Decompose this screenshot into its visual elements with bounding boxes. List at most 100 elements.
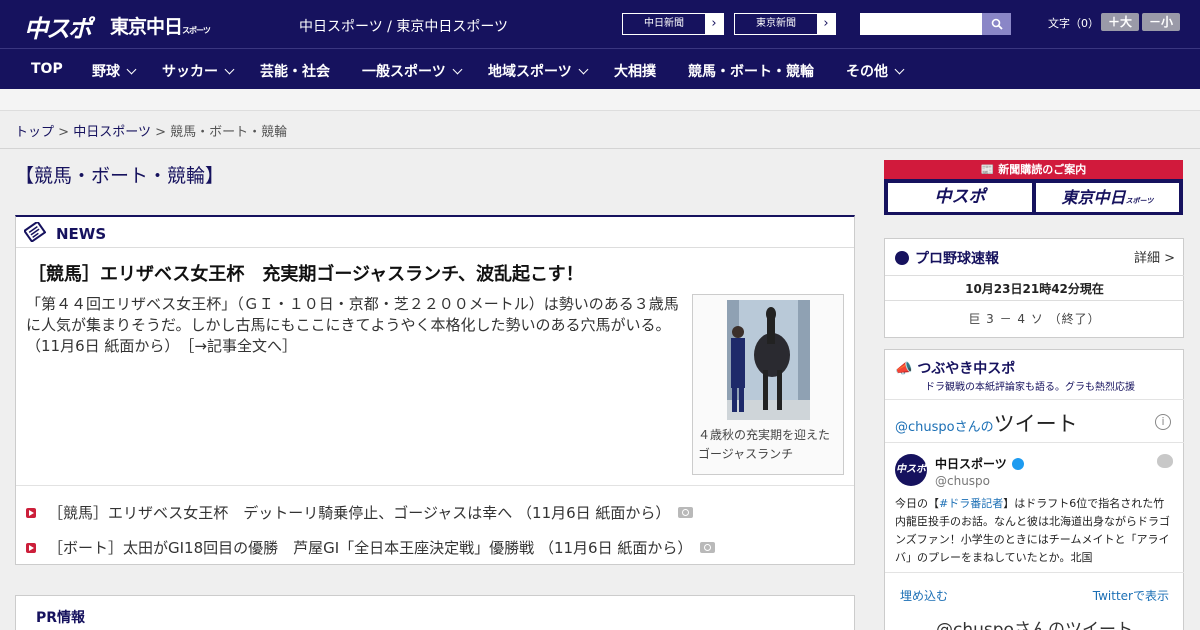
twitter-box: 📣 つぶやき中スポ ドラ観戦の本紙評論家も語る。グラも熱烈応援 @chuspoさ… [884, 349, 1184, 630]
divider [885, 275, 1184, 276]
font-bigger-button[interactable]: ＋大 [1101, 13, 1139, 31]
news-panel: NEWS ［競馬］エリザベス女王杯 充実期ゴージャスランチ、波乱起こす！ 「第４… [15, 215, 855, 565]
tokyo-chunichi-logo-text: 東京中日 [110, 16, 183, 38]
verified-badge-icon [1011, 458, 1024, 470]
tweets-title: 📣 つぶやき中スポ [895, 358, 1015, 378]
baseball-title-text: プロ野球速報 [915, 251, 999, 267]
page-title: 【競馬・ボート・競輪】 [15, 165, 225, 187]
top-header: 中スポ 東京中日スポーツ 中日スポーツ / 東京中日スポーツ 中日新聞 › 東京… [0, 0, 1200, 48]
chevron-down-icon [894, 64, 905, 75]
horse-photo-illustration [727, 300, 810, 420]
nav-other[interactable]: その他 [846, 61, 905, 81]
news-header-title: NEWS [56, 225, 107, 243]
subscription-title: 📰 新聞購読のご案内 [884, 160, 1183, 179]
nav-top[interactable]: TOP [31, 61, 63, 77]
baseball-detail-link[interactable]: 詳細 > [1134, 247, 1175, 266]
divider [16, 485, 854, 486]
tokyo-shimbun-label: 東京新聞 [735, 14, 817, 34]
nav-other-label: その他 [846, 64, 888, 80]
nav-baseball-label: 野球 [92, 64, 120, 80]
nav-sumo-label: 大相撲 [614, 64, 656, 80]
timeline-prefix[interactable]: @chuspoさんの [895, 420, 994, 435]
tokyo-chunichi-logo-sub: スポーツ [182, 26, 211, 35]
pr-panel: PR情報 [15, 595, 855, 630]
chevron-right-icon: › [823, 16, 829, 31]
article-summary[interactable]: 「第４４回エリザベス女王杯」（ＧＩ・１０日・京都・芝２２００メートル）は勢いのあ… [26, 294, 686, 357]
article-photo-box[interactable]: ４歳秋の充実期を迎えたゴージャスランチ [692, 294, 844, 475]
nav-entertainment-label: 芸能・社会 [260, 64, 330, 80]
tweet-account-handle[interactable]: @chuspo [935, 474, 990, 488]
font-size-label: 文字（0） [1048, 17, 1099, 30]
breadcrumb-section[interactable]: 中日スポーツ [73, 125, 151, 140]
nav-sumo[interactable]: 大相撲 [614, 61, 656, 81]
tokyo-chunichi-subscribe-logo[interactable]: 東京中日スポーツ [1036, 183, 1179, 212]
tokyo-shimbun-link[interactable]: 東京新聞 › [734, 13, 836, 35]
play-bullet-icon [26, 508, 36, 518]
tweets-footer[interactable]: @chuspoさんのツイート [885, 615, 1184, 630]
font-smaller-button[interactable]: －小 [1142, 13, 1180, 31]
breadcrumb: トップ > 中日スポーツ > 競馬・ボート・競輪 [15, 121, 287, 140]
breadcrumb-home[interactable]: トップ [15, 125, 54, 140]
chuspo-subscribe-logo[interactable]: 中スポ [888, 183, 1032, 212]
chevron-down-icon [452, 64, 463, 75]
article-headline[interactable]: ［競馬］エリザベス女王杯 充実期ゴージャスランチ、波乱起こす！ [28, 260, 584, 286]
nav-keiba-label: 競馬・ボート・競輪 [688, 64, 814, 80]
search-input[interactable] [860, 13, 982, 35]
news-header: NEWS [16, 217, 854, 248]
camera-icon [678, 507, 694, 518]
divider [885, 572, 1184, 573]
news-icon [24, 222, 46, 242]
tweets-title-text: つぶやき中スポ [917, 361, 1016, 377]
embed-link[interactable]: 埋め込む [900, 587, 948, 604]
main-nav: TOP 野球 サッカー 芸能・社会 一般スポーツ 地域スポーツ 大相撲 競馬・ボ… [0, 48, 1200, 89]
info-icon[interactable]: i [1155, 414, 1171, 430]
timeline-heading: @chuspoさんのツイート [895, 408, 1078, 438]
breadcrumb-sep: > [155, 125, 166, 140]
search-button[interactable] [982, 13, 1011, 35]
chuspo-logo[interactable]: 中スポ [24, 9, 92, 44]
tweets-subtitle: ドラ観戦の本紙評論家も語る。グラも熱烈応援 [925, 382, 1135, 393]
nav-baseball[interactable]: 野球 [92, 61, 137, 81]
tokyo-chunichi-subscribe-logo-text: 東京中日 [1061, 188, 1126, 207]
nav-soccer-label: サッカー [162, 64, 218, 80]
nav-soccer[interactable]: サッカー [162, 61, 235, 81]
site-name: 中日スポーツ / 東京中日スポーツ [299, 19, 509, 35]
nav-keiba[interactable]: 競馬・ボート・競輪 [688, 61, 814, 81]
search-icon [991, 18, 1003, 30]
view-on-twitter-link[interactable]: Twitterで表示 [1093, 587, 1169, 604]
nav-local-sports[interactable]: 地域スポーツ [488, 61, 589, 81]
camera-icon [700, 542, 716, 553]
pr-title: PR情報 [36, 610, 86, 626]
divider [0, 148, 1200, 149]
timeline-label: ツイート [993, 412, 1078, 436]
nav-general-sports[interactable]: 一般スポーツ [362, 61, 463, 81]
article-photo [727, 300, 810, 420]
tokyo-chunichi-subscribe-logo-sub: スポーツ [1125, 197, 1154, 205]
avatar[interactable]: 中スポ [895, 454, 927, 486]
news-link-text: ［ボート］太田がGI18回目の優勝 芦屋GI「全日本王座決定戦」優勝戦 （11月… [48, 539, 693, 557]
news-link-item[interactable]: ［ボート］太田がGI18回目の優勝 芦屋GI「全日本王座決定戦」優勝戦 （11月… [26, 537, 716, 558]
tweet-account-name-text: 中日スポーツ [935, 457, 1007, 471]
subscription-banner[interactable]: 📰 新聞購読のご案内 中スポ 東京中日スポーツ [884, 160, 1183, 215]
news-link-item[interactable]: ［競馬］エリザベス女王杯 デットーリ騎乗停止、ゴージャスは幸へ （11月6日 紙… [26, 502, 694, 523]
tokyo-chunichi-logo[interactable]: 東京中日スポーツ [110, 12, 211, 39]
breadcrumb-sep: > [58, 125, 70, 140]
chunichi-shimbun-link[interactable]: 中日新聞 › [622, 13, 724, 35]
nav-top-label: TOP [31, 61, 63, 77]
megaphone-icon: 📣 [895, 361, 918, 377]
photo-caption: ４歳秋の充実期を迎えたゴージャスランチ [698, 428, 831, 461]
nav-entertainment[interactable]: 芸能・社会 [260, 61, 330, 81]
divider [885, 442, 1184, 443]
subscription-title-text: 新聞購読のご案内 [998, 163, 1087, 176]
tweet-account-name[interactable]: 中日スポーツ [935, 455, 1024, 472]
tweet-prefix: 今日の【 [895, 497, 939, 510]
tweet-text: 今日の【#ドラ番記者】はドラフト6位で指名された竹内龍臣投手のお話。なんと彼は北… [895, 495, 1175, 569]
divider [885, 399, 1184, 400]
baseball-score[interactable]: 巨 3 － 4 ソ （終了） [885, 310, 1184, 327]
divider [885, 300, 1184, 301]
twitter-bird-icon[interactable] [1157, 454, 1173, 468]
baseball-update-time: 10月23日21時42分現在 [965, 282, 1104, 296]
chevron-down-icon [224, 64, 235, 75]
hashtag-link[interactable]: #ドラ番記者 [939, 497, 1003, 510]
newspaper-icon: 📰 [980, 163, 999, 176]
